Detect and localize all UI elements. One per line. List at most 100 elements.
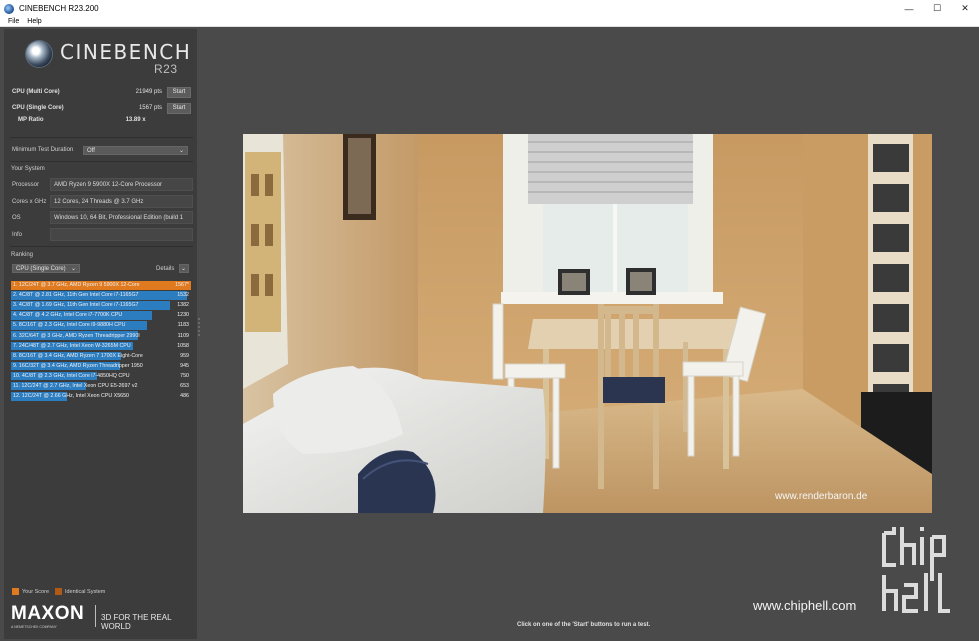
ranking-item-score: 1230 xyxy=(177,312,189,319)
ranking-item[interactable]: 1. 12C/24T @ 3.7 GHz, AMD Ryzen 9 5900X … xyxy=(11,280,191,290)
ranking-item[interactable]: 10. 4C/8T @ 2.3 GHz, Intel Core i7-4850H… xyxy=(11,371,191,381)
ranking-mode-select[interactable]: CPU (Single Core) ⌄ xyxy=(12,264,80,273)
render-viewport: www.renderbaron.de xyxy=(243,134,932,513)
ranking-legend: Your Score Identical System xyxy=(12,588,111,595)
ranking-item[interactable]: 11. 12C/24T @ 2.7 GHz, Intel Xeon CPU E5… xyxy=(11,381,191,391)
ranking-title: Ranking xyxy=(11,252,34,258)
ranking-item-label: 1. 12C/24T @ 3.7 GHz, AMD Ryzen 9 5900X … xyxy=(13,282,140,289)
logo-name: CINEBENCH xyxy=(60,40,192,64)
ranking-item-label: 5. 8C/16T @ 2.3 GHz, Intel Core i9-9880H… xyxy=(13,322,126,329)
identical-system-swatch xyxy=(55,588,63,595)
app-icon xyxy=(4,3,14,14)
identical-system-label: Identical System xyxy=(65,588,106,595)
cores-value: 12 Cores, 24 Threads @ 3.7 GHz xyxy=(50,195,193,208)
cinebench-sphere-icon xyxy=(26,41,52,67)
min-duration-value: Off xyxy=(87,147,95,154)
maximize-button[interactable]: ☐ xyxy=(923,0,951,17)
render-image: www.renderbaron.de xyxy=(243,134,932,513)
os-row: OS Windows 10, 64 Bit, Professional Edit… xyxy=(10,211,193,224)
info-label: Info xyxy=(12,231,23,238)
maxon-subtitle: A NEMETSCHEK COMPANY xyxy=(11,625,57,629)
ranking-list: 1. 12C/24T @ 3.7 GHz, AMD Ryzen 9 5900X … xyxy=(11,280,191,401)
chevron-down-icon: ⌄ xyxy=(178,148,184,154)
ranking-item-score: 653 xyxy=(180,382,189,389)
ranking-item-label: 4. 4C/8T @ 4.2 GHz, Intel Core i7-7700K … xyxy=(13,312,123,319)
window-title: CINEBENCH R23.200 xyxy=(19,4,99,13)
cores-label: Cores x GHz xyxy=(12,198,47,205)
os-label: OS xyxy=(12,214,21,221)
your-score-swatch xyxy=(12,588,19,595)
maxon-brand: MAXON A NEMETSCHEK COMPANY 3D FOR THE RE… xyxy=(11,601,201,631)
details-label: Details xyxy=(156,266,175,272)
info-row: Info xyxy=(10,228,193,241)
ranking-item-score: 945 xyxy=(180,362,189,369)
mp-ratio-row: MP Ratio 13.89 x xyxy=(18,117,178,123)
close-button[interactable]: ✕ xyxy=(951,0,979,17)
ranking-item[interactable]: 9. 16C/32T @ 3.4 GHz, AMD Ryzen Threadri… xyxy=(11,361,191,371)
ranking-item-label: 3. 4C/8T @ 1.69 GHz, 11th Gen Intel Core… xyxy=(13,302,139,309)
window-titlebar: CINEBENCH R23.200 — ☐ ✕ xyxy=(0,0,979,17)
multi-core-start-button[interactable]: Start xyxy=(167,86,191,98)
info-field[interactable] xyxy=(50,228,193,241)
ranking-item[interactable]: 2. 4C/8T @ 2.81 GHz, 11th Gen Intel Core… xyxy=(11,290,191,300)
ranking-item-score: 1532 xyxy=(177,292,189,299)
maxon-logo: MAXON xyxy=(11,603,85,624)
your-system-title: Your System xyxy=(11,166,45,172)
ranking-item-score: 959 xyxy=(180,352,189,359)
ranking-item[interactable]: 3. 4C/8T @ 1.69 GHz, 11th Gen Intel Core… xyxy=(11,300,191,310)
ranking-item-score: 1183 xyxy=(177,322,189,329)
divider xyxy=(10,137,193,138)
ranking-item-label: 8. 8C/16T @ 3.4 GHz, AMD Ryzen 7 1700X E… xyxy=(13,352,143,359)
single-core-label: CPU (Single Core) xyxy=(12,105,64,111)
ranking-item-label: 2. 4C/8T @ 2.81 GHz, 11th Gen Intel Core… xyxy=(13,292,139,299)
multi-core-row: CPU (Multi Core) 21949 pts Start xyxy=(12,86,192,98)
menu-file[interactable]: File xyxy=(8,18,19,25)
ranking-item-label: 12. 12C/24T @ 2.66 GHz, Intel Xeon CPU X… xyxy=(13,393,129,400)
ranking-item[interactable]: 5. 8C/16T @ 2.3 GHz, Intel Core i9-9880H… xyxy=(11,320,191,330)
mp-ratio-value: 13.89 x xyxy=(125,117,146,123)
ranking-item[interactable]: 8. 8C/16T @ 3.4 GHz, AMD Ryzen 7 1700X E… xyxy=(11,351,191,361)
chiphell-watermark-logo xyxy=(882,527,950,613)
multi-core-label: CPU (Multi Core) xyxy=(12,89,60,95)
ranking-item-label: 9. 16C/32T @ 3.4 GHz, AMD Ryzen Threadri… xyxy=(13,362,143,369)
single-core-start-button[interactable]: Start xyxy=(167,102,191,114)
menu-bar: File Help xyxy=(0,17,979,27)
window-controls: — ☐ ✕ xyxy=(895,0,979,17)
ranking-item-score: 1058 xyxy=(177,342,189,349)
details-toggle[interactable]: ⌄ xyxy=(179,264,189,273)
cores-row: Cores x GHz 12 Cores, 24 Threads @ 3.7 G… xyxy=(10,195,193,208)
chevron-down-icon: ⌄ xyxy=(70,266,76,272)
divider xyxy=(10,161,193,162)
menu-help[interactable]: Help xyxy=(27,18,41,25)
processor-label: Processor xyxy=(12,181,40,188)
watermark-url: www.chiphell.com xyxy=(753,598,857,613)
panel-resize-handle[interactable] xyxy=(198,318,200,338)
processor-value: AMD Ryzen 9 5900X 12-Core Processor xyxy=(50,178,193,191)
min-duration-select[interactable]: Off ⌄ xyxy=(83,146,188,155)
ranking-item[interactable]: 6. 32C/64T @ 3 GHz, AMD Ryzen Threadripp… xyxy=(11,330,191,340)
legend-your-score: Your Score xyxy=(12,588,49,595)
single-core-row: CPU (Single Core) 1567 pts Start xyxy=(12,102,192,114)
ranking-item[interactable]: 4. 4C/8T @ 4.2 GHz, Intel Core i7-7700K … xyxy=(11,310,191,320)
ranking-item[interactable]: 12. 12C/24T @ 2.66 GHz, Intel Xeon CPU X… xyxy=(11,391,191,401)
chevron-down-icon: ⌄ xyxy=(180,266,186,272)
ranking-mode-value: CPU (Single Core) xyxy=(16,265,66,272)
render-credit: www.renderbaron.de xyxy=(774,491,868,502)
ranking-item-score: 1382 xyxy=(177,302,189,309)
ranking-item-score: 750 xyxy=(180,372,189,379)
processor-row: Processor AMD Ryzen 9 5900X 12-Core Proc… xyxy=(10,178,193,191)
ranking-item-score: 1109 xyxy=(177,332,189,339)
left-panel: CINEBENCH R23 CPU (Multi Core) 21949 pts… xyxy=(4,29,197,639)
cinebench-logo: CINEBENCH R23 xyxy=(6,31,195,79)
mp-ratio-label: MP Ratio xyxy=(18,117,44,123)
minimize-button[interactable]: — xyxy=(895,0,923,17)
ranking-item-score: 1567* xyxy=(175,282,189,289)
ranking-item[interactable]: 7. 24C/48T @ 2.7 GHz, Intel Xeon W-3265M… xyxy=(11,341,191,351)
your-score-label: Your Score xyxy=(22,588,50,595)
maxon-tagline: 3D FOR THE REAL WORLD xyxy=(101,613,172,631)
ranking-item-label: 10. 4C/8T @ 2.3 GHz, Intel Core i7-4850H… xyxy=(13,372,130,379)
brand-divider xyxy=(95,605,96,627)
legend-identical-system: Identical System xyxy=(55,588,105,595)
multi-core-score: 21949 pts xyxy=(135,89,162,95)
ranking-item-label: 11. 12C/24T @ 2.7 GHz, Intel Xeon CPU E5… xyxy=(13,382,138,389)
